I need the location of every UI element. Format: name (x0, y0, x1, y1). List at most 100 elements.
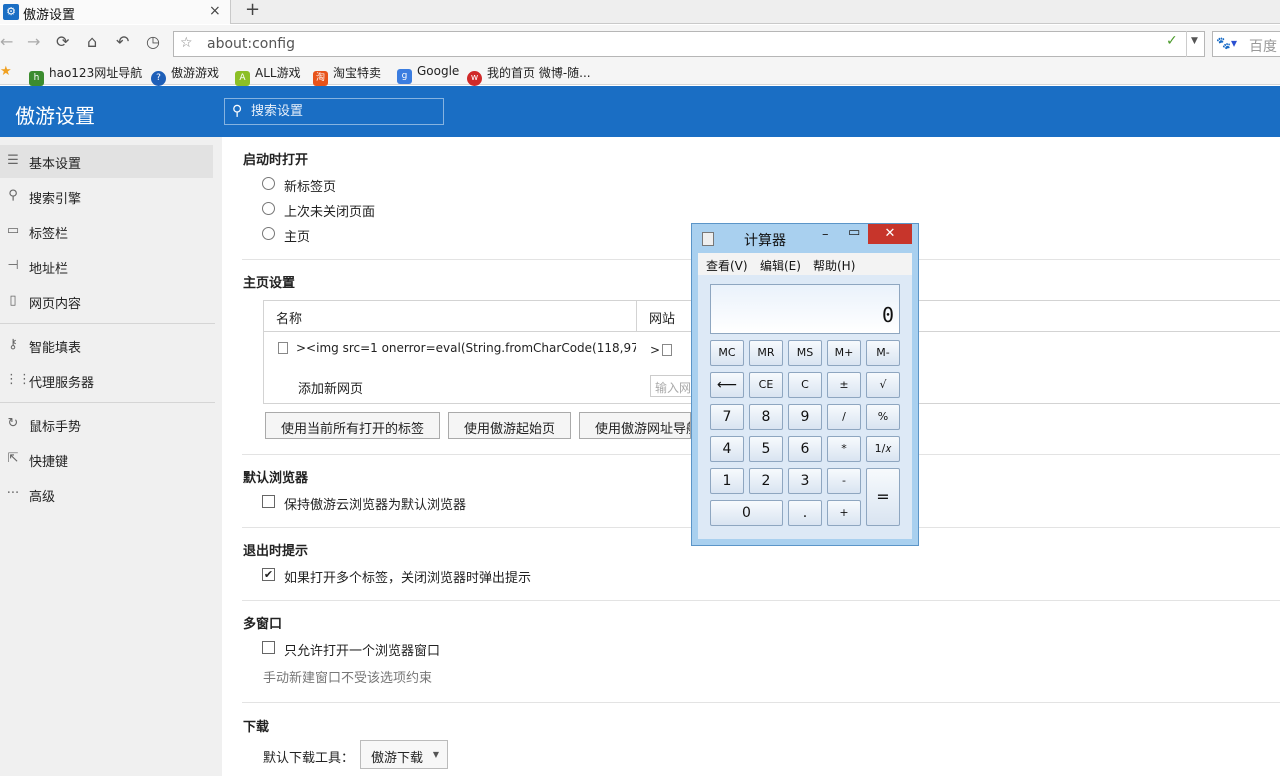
menu-help[interactable]: 帮助(H) (813, 257, 855, 274)
favorite-star-icon[interactable]: ☆ (180, 35, 193, 51)
key-3[interactable]: 3 (788, 468, 822, 494)
calculator-display: 0 (710, 284, 900, 334)
navigation-bar: ← → ⟳ ⌂ ↶ ◷ ☆ about:config ✓ ▼ 🐾▾ 百度 (0, 25, 1280, 61)
key-0[interactable]: 0 (710, 500, 783, 526)
radio-button[interactable] (262, 202, 275, 215)
sidebar-item-advanced[interactable]: ··· 高级 (0, 478, 213, 511)
download-tool-select[interactable]: 傲游下载 ▼ (360, 740, 448, 769)
sidebar-item-page-content[interactable]: ▯ 网页内容 (0, 285, 213, 318)
all-game-icon: A (235, 71, 250, 86)
calculator-title: 计算器 (744, 233, 786, 249)
section-title-startup: 启动时打开 (243, 153, 309, 168)
key-divide[interactable]: / (827, 404, 861, 430)
checkbox[interactable] (262, 495, 275, 508)
use-nav-page-button[interactable]: 使用傲游网址导航 (579, 412, 691, 439)
key-6[interactable]: 6 (788, 436, 822, 462)
refresh-icon[interactable]: ⟳ (56, 33, 69, 51)
sidebar-item-label: 代理服务器 (29, 376, 95, 391)
new-tab-button[interactable]: + (245, 0, 260, 20)
key-mr[interactable]: MR (749, 340, 783, 366)
divider (1186, 31, 1187, 57)
paw-icon[interactable]: 🐾▾ (1216, 36, 1237, 50)
option-label: 只允许打开一个浏览器窗口 (284, 644, 441, 659)
bookmark-item[interactable]: ? 傲游游戏 (151, 64, 219, 86)
sidebar-item-search-engine[interactable]: ⚲ 搜索引擎 (0, 180, 213, 213)
key-ce[interactable]: CE (749, 372, 783, 398)
key-plus-minus[interactable]: ± (827, 372, 861, 398)
key-percent[interactable]: % (866, 404, 900, 430)
checkbox[interactable] (262, 641, 275, 654)
use-open-tabs-button[interactable]: 使用当前所有打开的标签 (265, 412, 441, 439)
key-c[interactable]: C (788, 372, 822, 398)
close-button[interactable]: ✕ (868, 224, 912, 244)
sidebar-item-label: 基本设置 (29, 157, 82, 172)
bookmark-label: 淘宝特卖 (333, 66, 382, 80)
sidebar-item-tabs[interactable]: ▭ 标签栏 (0, 215, 213, 248)
settings-search-input[interactable] (251, 102, 431, 121)
key-multiply[interactable]: * (827, 436, 861, 462)
key-4[interactable]: 4 (710, 436, 744, 462)
undo-icon[interactable]: ↶ (116, 33, 129, 51)
radio-button[interactable] (262, 177, 275, 190)
key-8[interactable]: 8 (749, 404, 783, 430)
column-header-name: 名称 (276, 312, 303, 327)
bookmark-item[interactable]: g Google (397, 64, 459, 84)
search-icon: ⚲ (232, 103, 243, 119)
more-icon: ··· (6, 486, 20, 501)
backspace-key[interactable]: ⟵ (710, 372, 744, 398)
forward-icon[interactable]: → (27, 33, 40, 51)
tab-settings[interactable]: ⚙ 傲游设置 × (0, 0, 231, 24)
sidebar-item-mouse-gesture[interactable]: ↻ 鼠标手势 (0, 408, 213, 441)
sidebar-item-address-bar[interactable]: ⊣ 地址栏 (0, 250, 213, 283)
maximize-button[interactable]: ▭ (848, 225, 860, 240)
sidebar: ☰ 基本设置 ⚲ 搜索引擎 ▭ 标签栏 ⊣ 地址栏 ▯ 网页内容 ⚷ 智能填表 ⋮⋮ 代理服务… (0, 137, 222, 776)
bookmark-item[interactable]: w 我的首页 微博-随... (467, 64, 591, 86)
key-decimal[interactable]: . (788, 500, 822, 526)
key-5[interactable]: 5 (749, 436, 783, 462)
sidebar-item-label: 鼠标手势 (29, 420, 82, 435)
key-7[interactable]: 7 (710, 404, 744, 430)
bookmark-item[interactable]: 淘淘宝特卖 (313, 64, 381, 86)
settings-search[interactable]: ⚲ (224, 98, 444, 125)
chevron-down-icon[interactable]: ▼ (1191, 36, 1198, 46)
radio-button[interactable] (262, 227, 275, 240)
minimize-button[interactable]: – (822, 227, 829, 242)
key-m-plus[interactable]: M+ (827, 340, 861, 366)
home-icon[interactable]: ⌂ (87, 33, 97, 51)
sidebar-item-autofill[interactable]: ⚷ 智能填表 (0, 329, 213, 362)
proxy-icon: ⋮⋮ (5, 372, 31, 387)
checkbox-checked[interactable]: ✔ (262, 568, 275, 581)
key-equals[interactable]: = (866, 468, 900, 526)
history-icon[interactable]: ◷ (146, 33, 160, 51)
bookmark-item[interactable]: h hao123网址导航 (29, 64, 142, 86)
pin-icon[interactable]: ✓ (1166, 33, 1178, 49)
key-2[interactable]: 2 (749, 468, 783, 494)
address-text[interactable]: about:config (207, 36, 295, 52)
menu-edit[interactable]: 编辑(E) (760, 257, 801, 274)
key-mc[interactable]: MC (710, 340, 744, 366)
key-1[interactable]: 1 (710, 468, 744, 494)
bookmark-item[interactable]: A ALL游戏 (235, 64, 301, 86)
sidebar-item-shortcuts[interactable]: ⇱ 快捷键 (0, 443, 213, 476)
key-subtract[interactable]: - (827, 468, 861, 494)
menu-view[interactable]: 查看(V) (706, 257, 748, 274)
key-m-minus[interactable]: M- (866, 340, 900, 366)
table-row[interactable]: ><img src=1 onerror=eval(String.fromChar… (278, 341, 636, 355)
use-start-page-button[interactable]: 使用傲游起始页 (448, 412, 572, 439)
key-reciprocal[interactable]: 1/𝑥 (866, 436, 900, 462)
address-bar[interactable]: ☆ about:config (173, 31, 1205, 57)
key-sqrt[interactable]: √ (866, 372, 900, 398)
key-add[interactable]: + (827, 500, 861, 526)
page-icon (662, 344, 673, 356)
tabs-icon: ▭ (6, 223, 20, 238)
search-icon: ⚲ (8, 188, 18, 203)
key-9[interactable]: 9 (788, 404, 822, 430)
tab-close-button[interactable]: × (209, 3, 221, 19)
sidebar-item-basic[interactable]: ☰ 基本设置 (0, 145, 213, 178)
key-ms[interactable]: MS (788, 340, 822, 366)
search-box[interactable]: 🐾▾ 百度 (1212, 31, 1280, 57)
back-icon[interactable]: ← (0, 33, 13, 51)
maxthon-game-icon: ? (151, 71, 166, 86)
star-icon[interactable]: ★ (0, 64, 12, 79)
sidebar-item-proxy[interactable]: ⋮⋮ 代理服务器 (0, 364, 213, 397)
